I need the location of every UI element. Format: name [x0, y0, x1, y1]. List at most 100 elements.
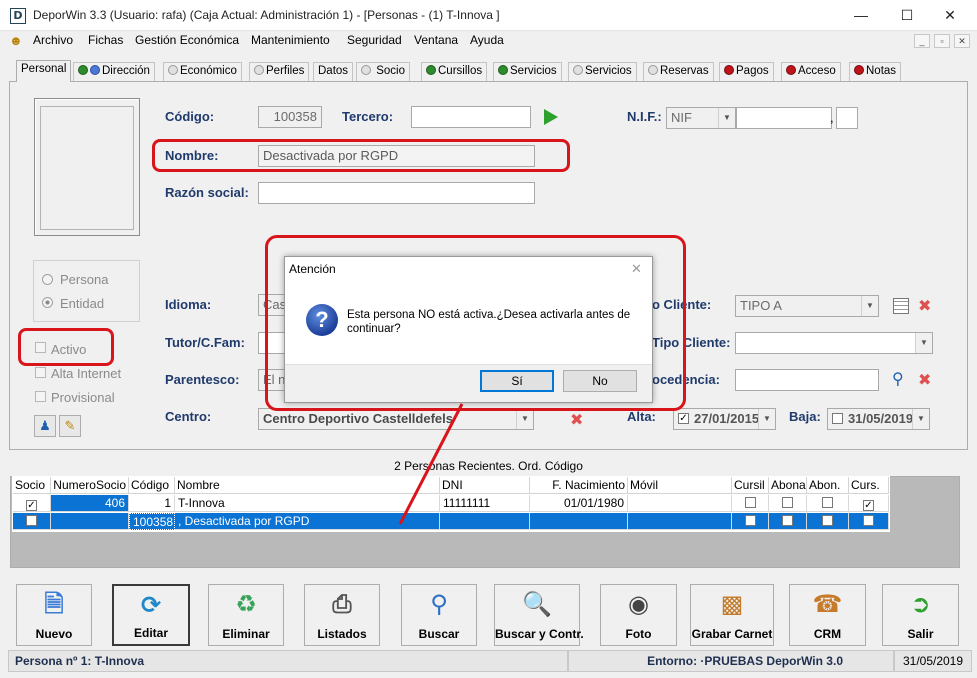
razon-social-field[interactable] — [258, 182, 535, 204]
grid-header[interactable]: Cursil — [732, 477, 769, 494]
baja-date-checkbox[interactable] — [832, 413, 843, 424]
close-button[interactable]: ✕ — [927, 0, 973, 31]
grid-header[interactable]: Abon. — [807, 477, 849, 494]
table-cell[interactable]: 406 — [51, 495, 129, 512]
table-cell[interactable]: 100358 — [129, 513, 175, 530]
tercero-field[interactable] — [411, 106, 531, 128]
grid-header[interactable]: Código — [129, 477, 175, 494]
tab-acceso[interactable]: Acceso — [781, 62, 841, 81]
activo-checkbox[interactable] — [35, 342, 46, 353]
listados-button[interactable]: ⎙ Listados — [304, 584, 380, 646]
clear-icon[interactable]: ✖ — [918, 296, 931, 316]
go-arrow-icon[interactable] — [544, 109, 558, 125]
editar-button[interactable]: ⟳ Editar — [112, 584, 190, 646]
grabar-carnet-button[interactable]: ▩ Grabar Carnet — [690, 584, 774, 646]
table-cell[interactable] — [51, 513, 129, 530]
maximize-button[interactable]: ☐ — [884, 0, 930, 31]
yes-button[interactable]: Sí — [480, 370, 554, 392]
table-cell[interactable] — [628, 495, 732, 512]
socio-checkbox[interactable] — [26, 515, 37, 526]
table-cell[interactable] — [807, 495, 849, 512]
tab-direccion[interactable]: Dirección — [73, 62, 155, 81]
menu-archivo[interactable]: Archivo — [33, 33, 73, 47]
crm-button[interactable]: ☎ CRM — [789, 584, 866, 646]
cursil-checkbox[interactable] — [744, 497, 756, 508]
foto-button[interactable]: ◉ Foto — [600, 584, 677, 646]
grid-header[interactable]: NumeroSocio — [51, 477, 129, 494]
chevron-down-icon[interactable]: ▼ — [516, 409, 533, 429]
provisional-checkbox[interactable] — [35, 391, 46, 402]
menu-seguridad[interactable]: Seguridad — [347, 33, 402, 47]
grid-header[interactable]: Abona — [769, 477, 807, 494]
buscar-contr-button[interactable]: 🔍 Buscar y Contr. — [494, 584, 584, 646]
tab-servicios-2[interactable]: Servicios — [568, 62, 637, 81]
tab-datos[interactable]: Datos — [313, 62, 354, 81]
menu-mantenimiento[interactable]: Mantenimiento — [251, 33, 330, 47]
table-cell[interactable] — [530, 513, 628, 530]
subtipo-cliente-select[interactable] — [735, 332, 933, 354]
grid-header[interactable]: F. Nacimiento — [530, 477, 628, 494]
abona-checkbox[interactable] — [782, 497, 793, 508]
codigo-field[interactable]: 100358 — [258, 106, 322, 128]
table-cell[interactable] — [628, 513, 732, 530]
mdi-close-button[interactable]: ✕ — [954, 34, 970, 48]
grid-header[interactable]: Socio — [13, 477, 51, 494]
abon-checkbox[interactable] — [822, 515, 833, 526]
tab-cursillos[interactable]: Cursillos — [421, 62, 488, 81]
minimize-button[interactable]: — — [838, 0, 884, 31]
user-icon[interactable]: ♟ — [34, 415, 56, 437]
dialog-close-icon[interactable]: ✕ — [631, 261, 642, 277]
menu-fichas[interactable]: Fichas — [88, 33, 123, 47]
chevron-down-icon[interactable]: ▼ — [718, 108, 735, 128]
chevron-down-icon[interactable]: ▼ — [758, 409, 775, 429]
table-cell[interactable]: 01/01/1980 — [530, 495, 628, 512]
nuevo-button[interactable]: 🗎 Nuevo — [16, 584, 92, 646]
alta-internet-checkbox[interactable] — [35, 367, 46, 378]
table-cell[interactable]: ✓ — [849, 495, 889, 512]
table-cell[interactable]: ✓ — [13, 495, 51, 512]
tab-perfiles[interactable]: Perfiles — [249, 62, 310, 81]
curs-checkbox[interactable]: ✓ — [863, 500, 874, 511]
chevron-down-icon[interactable]: ▼ — [861, 296, 878, 316]
grid-header[interactable]: Móvil — [628, 477, 732, 494]
clear-icon[interactable]: ✖ — [918, 370, 931, 390]
menu-ventana[interactable]: Ventana — [414, 33, 458, 47]
table-cell[interactable] — [769, 513, 807, 530]
buscar-button[interactable]: ⚲ Buscar — [401, 584, 477, 646]
table-cell[interactable] — [769, 495, 807, 512]
table-cell[interactable] — [732, 513, 769, 530]
clear-icon[interactable]: ✖ — [570, 410, 583, 430]
grid-header[interactable]: Curs. — [849, 477, 889, 494]
chevron-down-icon[interactable]: ▼ — [912, 409, 929, 429]
nombre-field[interactable]: Desactivada por RGPD — [258, 145, 535, 167]
no-button[interactable]: No — [563, 370, 637, 392]
eliminar-button[interactable]: ♻ Eliminar — [208, 584, 284, 646]
abona-checkbox[interactable] — [782, 515, 793, 526]
procedencia-field[interactable] — [735, 369, 879, 391]
mdi-restore-button[interactable]: ▫ — [934, 34, 950, 48]
table-cell[interactable] — [807, 513, 849, 530]
tab-notas[interactable]: Notas — [849, 62, 902, 81]
chevron-down-icon[interactable]: ▼ — [915, 333, 932, 353]
tipo-cliente-select[interactable]: TIPO A — [735, 295, 879, 317]
table-cell[interactable] — [849, 513, 889, 530]
cursil-checkbox[interactable] — [744, 515, 756, 526]
menu-gestion-economica[interactable]: Gestión Económica — [135, 33, 239, 47]
tab-pagos[interactable]: Pagos — [719, 62, 774, 81]
search-icon[interactable]: ⚲ — [892, 369, 904, 389]
mdi-minimize-button[interactable]: _ — [914, 34, 930, 48]
socio-checkbox[interactable]: ✓ — [26, 500, 37, 511]
tab-economico[interactable]: Económico — [163, 62, 242, 81]
persona-radio[interactable] — [42, 274, 53, 285]
tab-reservas[interactable]: Reservas — [643, 62, 714, 81]
nif-field[interactable] — [736, 107, 832, 129]
grid-add-icon[interactable] — [893, 298, 909, 314]
abon-checkbox[interactable] — [822, 497, 833, 508]
curs-checkbox[interactable] — [863, 515, 874, 526]
alta-date-checkbox[interactable]: ✓ — [678, 413, 689, 424]
menu-ayuda[interactable]: Ayuda — [470, 33, 504, 47]
tab-personal[interactable]: Personal — [16, 60, 72, 82]
table-cell[interactable] — [732, 495, 769, 512]
salir-button[interactable]: ➲ Salir — [882, 584, 959, 646]
tab-socio[interactable]: Socio — [356, 62, 410, 81]
